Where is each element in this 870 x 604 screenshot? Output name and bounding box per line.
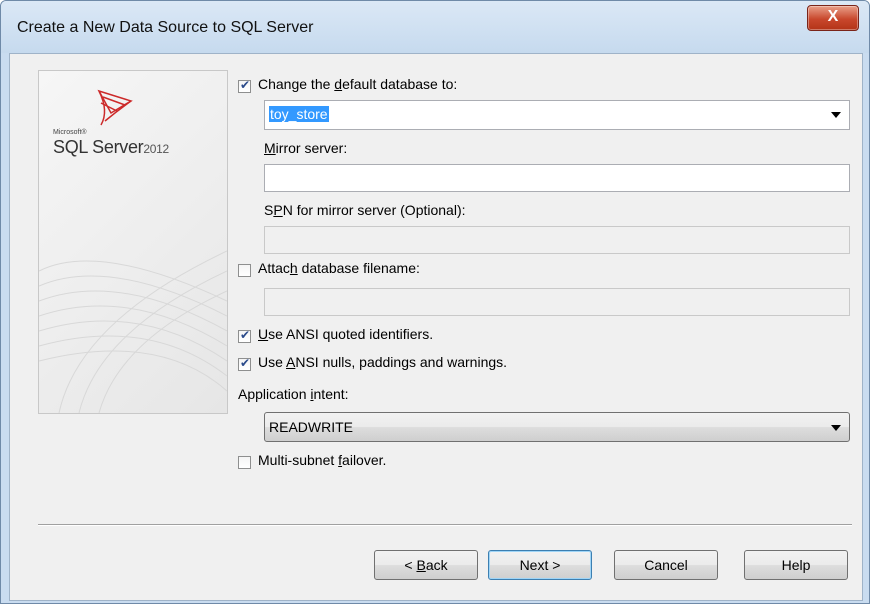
ansi-nulls-checkbox[interactable] — [238, 356, 251, 371]
close-icon: X — [827, 8, 839, 25]
mirror-server-input[interactable] — [264, 164, 850, 192]
dropdown-arrow-icon — [831, 425, 841, 431]
title-bar: Create a New Data Source to SQL Server X — [1, 1, 869, 53]
sql-server-logo-icon — [39, 89, 227, 413]
mirror-server-label: Mirror server: — [264, 140, 348, 156]
microsoft-label: Microsoft® — [53, 129, 87, 136]
dialog-title: Create a New Data Source to SQL Server — [17, 19, 314, 36]
change-default-db-label: Change the default database to: — [258, 76, 458, 92]
spn-label: SPN for mirror server (Optional): — [264, 202, 466, 218]
attach-db-input[interactable] — [264, 288, 850, 316]
app-intent-combo[interactable]: READWRITE — [264, 412, 850, 442]
app-intent-label: Application intent: — [238, 386, 349, 402]
dropdown-arrow-icon — [831, 112, 841, 118]
multi-subnet-label: Multi-subnet failover. — [258, 452, 387, 468]
product-name: SQL Server2012 — [53, 137, 169, 157]
sql-server-logo-panel: Microsoft® SQL Server2012 — [38, 70, 228, 414]
attach-db-checkbox[interactable] — [238, 264, 251, 277]
ansi-nulls-label: Use ANSI nulls, paddings and warnings. — [258, 354, 508, 370]
close-button[interactable]: X — [807, 5, 859, 31]
dialog-window: Create a New Data Source to SQL Server X — [0, 0, 870, 604]
spn-input[interactable] — [264, 226, 850, 254]
app-intent-value: READWRITE — [269, 419, 353, 435]
back-button[interactable]: < Back — [374, 550, 478, 580]
default-database-combo[interactable]: toy_store — [264, 100, 850, 130]
ansi-quoted-label: Use ANSI quoted identifiers. — [258, 326, 434, 342]
help-button[interactable]: Help — [744, 550, 848, 580]
separator — [38, 524, 852, 526]
default-database-value: toy_store — [269, 106, 329, 122]
next-button[interactable]: Next > — [488, 550, 592, 580]
ansi-quoted-checkbox[interactable] — [238, 328, 251, 343]
multi-subnet-checkbox[interactable] — [238, 456, 251, 469]
attach-db-label: Attach database filename: — [258, 260, 420, 276]
cancel-button[interactable]: Cancel — [614, 550, 718, 580]
change-default-db-checkbox[interactable] — [238, 78, 251, 93]
dialog-body: Microsoft® SQL Server2012 Change the def… — [9, 53, 863, 601]
